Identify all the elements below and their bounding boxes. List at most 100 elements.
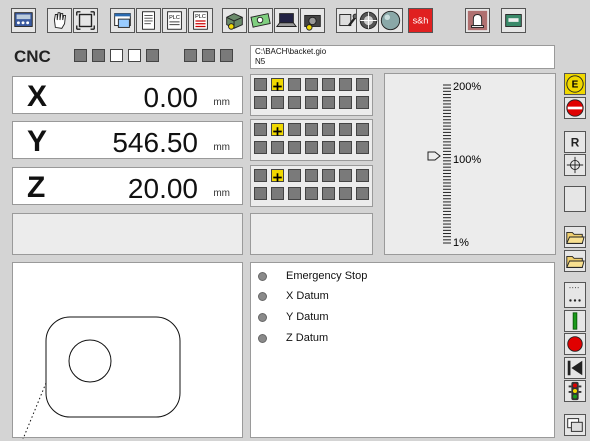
message-text: Y Datum xyxy=(286,311,329,323)
camera-button[interactable] xyxy=(300,8,325,33)
frame-icon xyxy=(76,11,95,30)
jog-led xyxy=(254,141,267,154)
emergency-e-button[interactable]: E xyxy=(564,73,586,95)
cnc-status-led xyxy=(220,49,233,62)
svg-text:s&h: s&h xyxy=(413,16,429,26)
cnc-status-led xyxy=(110,49,123,62)
message-text: Emergency Stop xyxy=(286,270,368,282)
rewind-button[interactable] xyxy=(564,357,586,379)
green-bar-button[interactable] xyxy=(564,310,586,332)
document-icon xyxy=(142,11,155,30)
jog-led xyxy=(288,78,301,91)
plc-list-button[interactable]: PLC xyxy=(188,8,213,33)
dotted-path-icon xyxy=(569,287,581,302)
jog-led xyxy=(305,169,318,182)
axis-x-value: 0.00 xyxy=(143,82,199,113)
frame-button[interactable] xyxy=(73,8,98,33)
plus-icon xyxy=(273,173,282,182)
crosshair-icon xyxy=(566,156,584,174)
override-label-min: 1% xyxy=(453,237,469,249)
jog-led xyxy=(288,141,301,154)
record-icon xyxy=(567,336,583,352)
laptop-icon xyxy=(275,13,298,27)
laptop-button[interactable] xyxy=(274,8,299,33)
jog-led xyxy=(339,169,352,182)
open-folder-button-2[interactable] xyxy=(564,250,586,272)
hand-jog-button[interactable] xyxy=(47,8,72,33)
axis-y-letter: Y xyxy=(27,125,48,158)
cnc-status-led xyxy=(202,49,215,62)
record-button[interactable] xyxy=(564,333,586,355)
plc-button[interactable]: PLC xyxy=(162,8,187,33)
jog-led xyxy=(322,78,335,91)
jog-led xyxy=(288,96,301,109)
jog-active-indicator xyxy=(271,78,284,91)
blank-side-button[interactable] xyxy=(564,186,586,212)
window-toggle-button[interactable] xyxy=(564,414,586,436)
plc-icon: PLC xyxy=(167,11,182,30)
jog-led xyxy=(339,96,352,109)
plus-icon xyxy=(273,127,282,136)
sphere-icon xyxy=(380,10,401,31)
cnc-status-led xyxy=(92,49,105,62)
axis-z-unit: mm xyxy=(213,188,230,199)
control-panel-button[interactable] xyxy=(11,8,36,33)
axis-x-letter: X xyxy=(27,80,48,113)
crosshair-button[interactable] xyxy=(564,154,586,176)
axis-y-value: 546.50 xyxy=(112,127,198,158)
machine-3d-button[interactable] xyxy=(222,8,247,33)
window-button[interactable] xyxy=(110,8,135,33)
card-icon xyxy=(505,14,522,27)
jog-led xyxy=(356,78,369,91)
jog-led xyxy=(288,187,301,200)
open-folder-button[interactable] xyxy=(564,226,586,248)
jog-led xyxy=(305,187,318,200)
svg-text:PLC: PLC xyxy=(195,14,206,20)
jog-active-indicator xyxy=(271,123,284,136)
dotted-path-button[interactable] xyxy=(564,282,586,308)
jog-led xyxy=(271,96,284,109)
card-button[interactable] xyxy=(501,8,526,33)
money-button[interactable] xyxy=(248,8,273,33)
reference-r-button[interactable]: R xyxy=(564,131,586,153)
traffic-light-button[interactable] xyxy=(564,380,586,402)
jog-led xyxy=(322,187,335,200)
control-panel-icon xyxy=(14,12,33,27)
feed-override-panel: 200% 100% 1% xyxy=(384,73,556,255)
jog-led xyxy=(339,78,352,91)
jog-led xyxy=(254,78,267,91)
folder-icon xyxy=(566,256,585,268)
axis-z-letter: Z xyxy=(27,171,46,204)
stop-button[interactable] xyxy=(564,97,586,119)
jog-led xyxy=(322,96,335,109)
sphere-button[interactable] xyxy=(378,8,403,33)
sh-logo-button[interactable]: s&h xyxy=(408,8,433,33)
jog-led xyxy=(356,123,369,136)
message-indicator xyxy=(258,272,267,281)
cnc-status-led xyxy=(146,49,159,62)
hand-jog-icon xyxy=(53,12,66,29)
graphics-view[interactable] xyxy=(12,262,243,439)
message-text: X Datum xyxy=(286,290,329,302)
document-button[interactable] xyxy=(136,8,161,33)
bell-button[interactable] xyxy=(465,8,490,33)
jog-led xyxy=(339,123,352,136)
jog-active-indicator xyxy=(271,169,284,182)
plc-list-icon: PLC xyxy=(193,11,208,30)
program-file-path: C:\BACH\backet.gio xyxy=(255,47,327,56)
jog-led xyxy=(254,96,267,109)
r-icon: R xyxy=(571,136,580,150)
override-label-max: 200% xyxy=(453,81,482,93)
message-indicator xyxy=(258,292,267,301)
window-icon xyxy=(114,13,131,28)
sh-logo-icon: s&h xyxy=(413,16,429,26)
jog-led xyxy=(254,169,267,182)
svg-text:R: R xyxy=(571,136,580,150)
program-info-box: C:\BACH\backet.gio N5 xyxy=(250,45,555,69)
axis-z-value: 20.00 xyxy=(127,173,198,204)
program-block: N5 xyxy=(255,57,266,66)
override-pointer[interactable] xyxy=(427,151,441,161)
jog-led xyxy=(356,141,369,154)
stop-icon xyxy=(566,99,584,117)
skip-back-icon xyxy=(567,360,583,376)
